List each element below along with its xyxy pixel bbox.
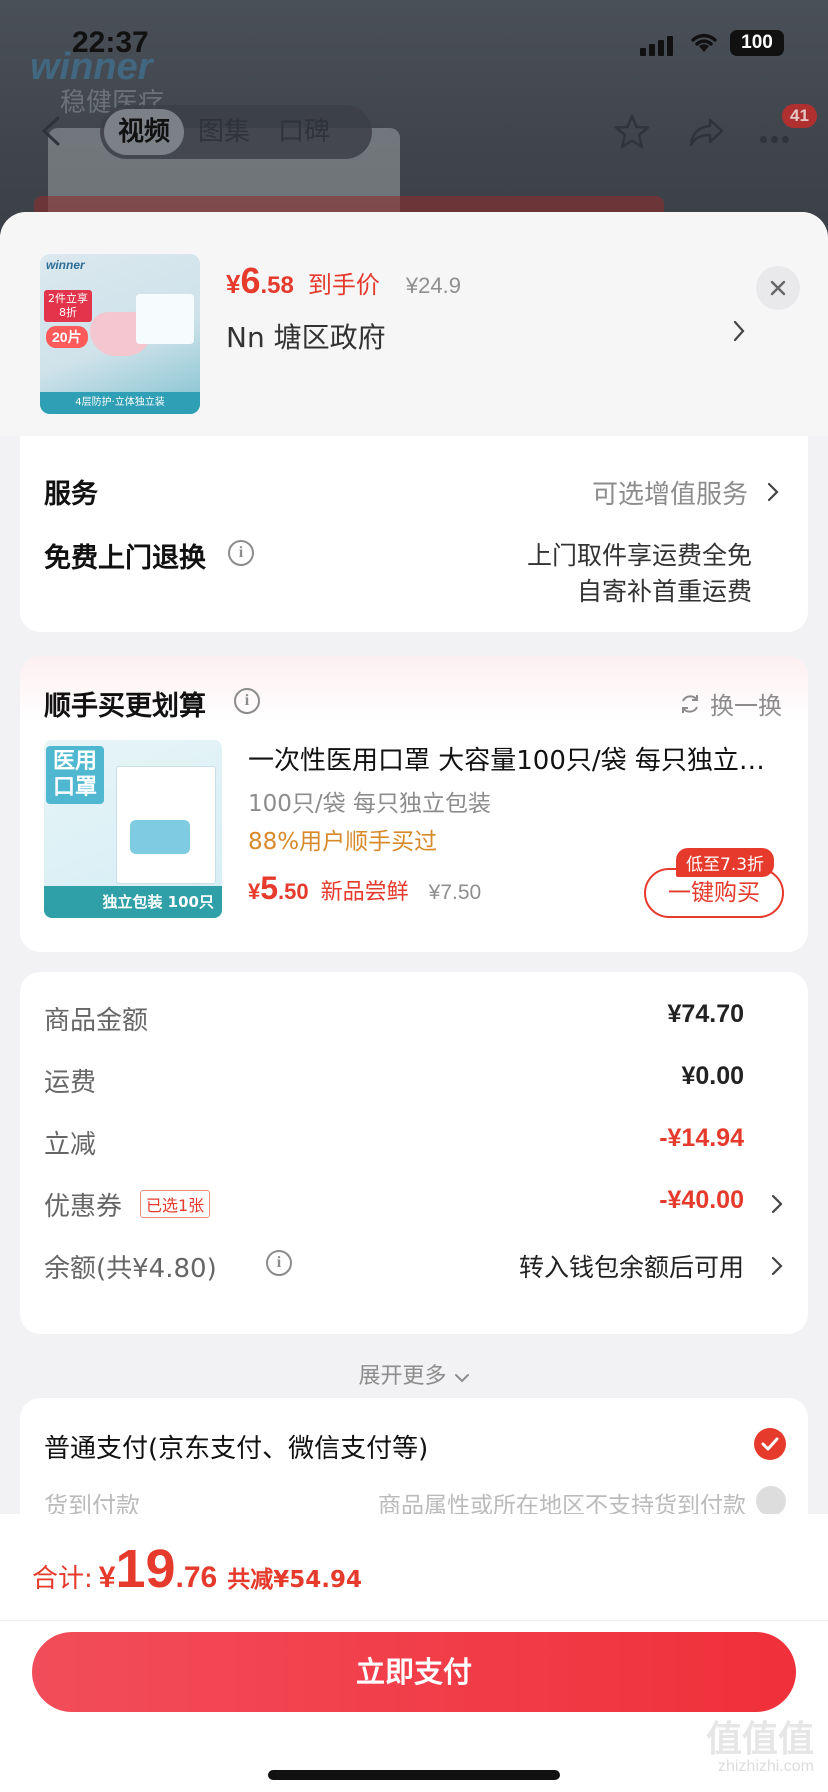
swap-label: 换一换 <box>710 692 782 720</box>
back-arrow-icon[interactable] <box>38 116 64 146</box>
media-tab-switcher: 视频 图集 口碑 <box>100 105 372 159</box>
summary-row-balance[interactable]: 余额(共¥4.80) i 转入钱包余额后可用 <box>44 1244 784 1284</box>
close-icon <box>770 280 786 296</box>
summary-value: -¥14.94 <box>659 1124 744 1152</box>
pay-now-button[interactable]: 立即支付 <box>32 1632 796 1712</box>
price-summary-card: 商品金额 ¥74.70 运费 ¥0.00 立减 -¥14.94 优惠券 已选1张… <box>20 972 808 1334</box>
combo-price-currency: ¥ <box>248 879 261 904</box>
summary-label: 优惠券 <box>44 1192 123 1222</box>
tab-reviews[interactable]: 口碑 <box>264 109 344 155</box>
combo-price: ¥ 5 .50 新品尝鲜 ¥7.50 <box>248 870 481 907</box>
favorite-star-icon[interactable] <box>612 112 652 152</box>
discount-badge: 低至7.3折 <box>676 848 775 877</box>
summary-row-coupon[interactable]: 优惠券 已选1张 -¥40.00 <box>44 1182 784 1222</box>
status-bar: 22:37 100 <box>0 0 828 92</box>
summary-label: 运费 <box>44 1068 97 1098</box>
free-return-title: 免费上门退换 <box>44 543 206 574</box>
tab-video[interactable]: 视频 <box>104 109 185 155</box>
combo-original-price: ¥7.50 <box>428 881 482 904</box>
thumb-badge: 2件立享 8折 <box>44 290 92 322</box>
payment-selected-checkbox[interactable] <box>754 1428 786 1460</box>
refresh-icon <box>682 694 698 713</box>
price-tag: 到手价 <box>307 271 380 299</box>
combo-product-spec: 100只/袋 每只独立包装 <box>248 791 491 817</box>
free-return-line1: 上门取件享运费全免 <box>526 541 752 570</box>
combo-img-footer: 独立包装 100只 <box>44 886 222 918</box>
wifi-icon <box>691 33 717 52</box>
watermark-url: zhizhizhi.com <box>717 1758 814 1775</box>
watermark-logo: 值值值 <box>705 1719 814 1760</box>
share-icon[interactable] <box>686 112 726 152</box>
chevron-right-icon[interactable] <box>770 1192 784 1216</box>
combo-price-tag: 新品尝鲜 <box>320 880 409 905</box>
price-integer: 6 <box>240 260 261 301</box>
expand-more-label: 展开更多 <box>358 1364 447 1389</box>
total-saving: 共减¥54.94 <box>227 1567 363 1593</box>
status-time: 22:37 <box>72 26 149 59</box>
combo-recommend-card: 顺手买更划算 i 换一换 医用 口罩 独立包装 100只 一次性医用口罩 大容量… <box>20 656 808 952</box>
info-icon[interactable]: i <box>266 1250 292 1276</box>
delivery-address[interactable]: Nn 塘区政府 <box>226 316 386 356</box>
combo-bought-percentage: 88%用户顺手买过 <box>248 829 438 855</box>
coupon-selected-tag: 已选1张 <box>140 1190 211 1218</box>
thumb-footer: 4层防护·立体独立装 <box>40 392 200 414</box>
summary-value: 转入钱包余额后可用 <box>518 1253 744 1282</box>
value-added-service-link[interactable]: 可选增值服务 <box>592 474 748 511</box>
home-indicator[interactable] <box>268 1770 560 1780</box>
combo-price-decimal: .50 <box>278 879 309 904</box>
total-label: 合计: <box>32 1564 93 1594</box>
close-button[interactable] <box>756 266 800 310</box>
price-currency: ¥ <box>226 269 241 299</box>
combo-img-label: 医用 口罩 <box>46 746 104 804</box>
service-title: 服务 <box>44 479 98 510</box>
summary-label: 商品金额 <box>44 1006 149 1036</box>
chevron-right-icon[interactable] <box>770 1254 784 1278</box>
order-total: 合计: ¥ 19 .76 共减¥54.94 <box>32 1538 362 1600</box>
tab-gallery[interactable]: 图集 <box>184 109 264 155</box>
summary-label: 余额(共¥4.80) <box>44 1254 217 1284</box>
thumb-count: 20片 <box>46 326 88 348</box>
summary-row-instant-discount: 立减 -¥14.94 <box>44 1120 784 1160</box>
chevron-right-icon[interactable] <box>766 480 780 504</box>
summary-value: ¥0.00 <box>681 1062 744 1090</box>
summary-label: 立减 <box>44 1130 97 1160</box>
total-integer: 19 <box>115 1539 176 1599</box>
expand-more-button[interactable]: 展开更多 <box>0 1358 828 1390</box>
combo-product-image[interactable]: 医用 口罩 独立包装 100只 <box>44 740 222 918</box>
summary-value: -¥40.00 <box>659 1186 744 1214</box>
product-thumbnail: winner 2件立享 8折 20片 4层防护·立体独立装 <box>40 254 200 414</box>
thumb-brand: winner <box>46 258 85 272</box>
product-nav-bar: 视频 图集 口碑 <box>0 100 828 164</box>
original-price: ¥24.9 <box>405 273 461 298</box>
notification-badge: 41 <box>782 104 817 128</box>
cellular-signal-icon <box>640 36 673 56</box>
battery-icon: 100 <box>730 30 784 56</box>
payment-normal-label[interactable]: 普通支付(京东支付、微信支付等) <box>44 1428 428 1465</box>
combo-price-integer: 5 <box>260 870 279 906</box>
total-currency: ¥ <box>98 1561 116 1594</box>
price-decimal: .58 <box>260 272 294 299</box>
info-icon[interactable]: i <box>234 688 260 714</box>
summary-value: ¥74.70 <box>667 1000 744 1028</box>
total-decimal: .76 <box>175 1561 218 1594</box>
info-icon[interactable]: i <box>228 540 254 566</box>
product-price: ¥ 6 .58 到手价 ¥24.9 <box>226 260 461 302</box>
checkout-footer: 合计: ¥ 19 .76 共减¥54.94 立即支付 值值值 zhizhizhi… <box>0 1514 828 1792</box>
payment-cod-radio-disabled <box>756 1486 786 1516</box>
chevron-down-icon <box>454 1374 469 1383</box>
summary-row-shipping: 运费 ¥0.00 <box>44 1058 784 1098</box>
service-card: 服务 可选增值服务 免费上门退换 i 上门取件享运费全免 自寄补首重运费 <box>20 436 808 632</box>
free-return-line2: 自寄补首重运费 <box>576 577 752 606</box>
summary-row-subtotal: 商品金额 ¥74.70 <box>44 996 784 1036</box>
thumb-package-shape <box>136 294 194 344</box>
footer-divider <box>0 1620 828 1621</box>
checkmark-icon <box>761 1437 779 1451</box>
sheet-header: winner 2件立享 8折 20片 4层防护·立体独立装 ¥ 6 .58 到手… <box>0 212 828 436</box>
combo-product-name[interactable]: 一次性医用口罩 大容量100只/袋 每只独立包装 <box>248 740 788 777</box>
combo-img-mask <box>130 820 190 854</box>
chevron-right-icon[interactable] <box>732 318 746 344</box>
more-options-icon[interactable] <box>760 128 793 147</box>
swap-button[interactable]: 换一换 <box>678 686 782 721</box>
combo-title: 顺手买更划算 <box>44 691 206 722</box>
